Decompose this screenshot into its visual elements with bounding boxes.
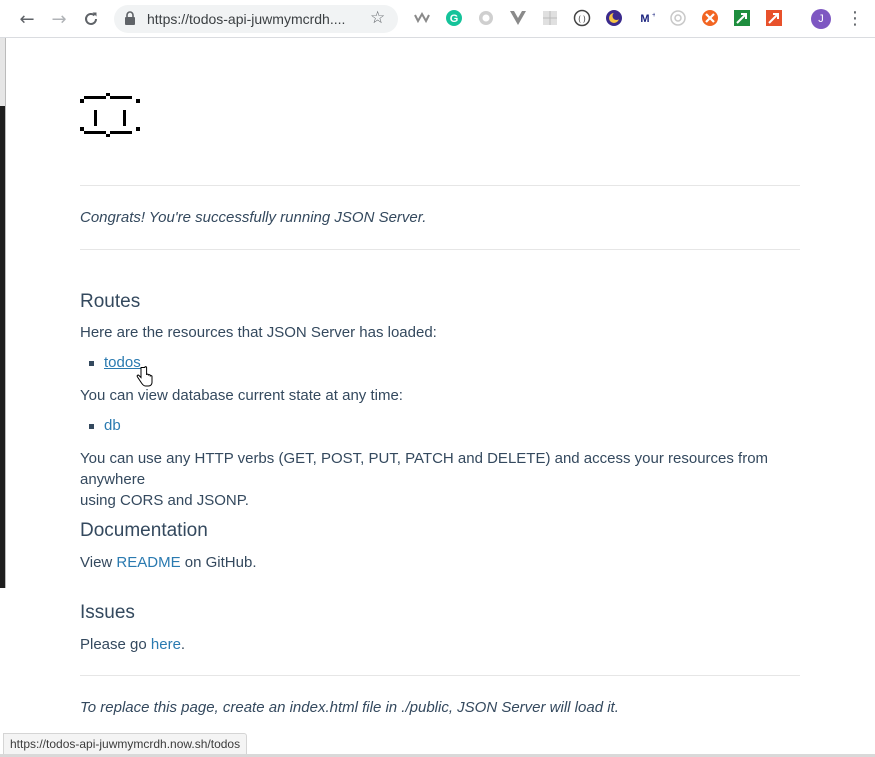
divider xyxy=(80,249,800,250)
extension-grid-icon[interactable] xyxy=(541,9,559,27)
issues-suffix: . xyxy=(180,636,186,653)
documentation-prefix: View xyxy=(80,554,117,571)
extension-green-arrow-icon[interactable] xyxy=(733,9,751,27)
lock-icon xyxy=(124,11,136,31)
verbs-text-line1: You can use any HTTP verbs (GET, POST, P… xyxy=(80,450,769,488)
documentation-suffix: on GitHub. xyxy=(180,554,257,571)
svg-text:(): () xyxy=(577,15,587,24)
issues-text: Please go here. xyxy=(80,634,185,655)
extension-icon-1[interactable] xyxy=(413,9,431,27)
svg-text:M: M xyxy=(640,13,649,25)
json-server-logo xyxy=(80,93,140,137)
hand-cursor-icon xyxy=(136,366,153,387)
address-url[interactable]: https://todos-api-juwmymcrdh.... xyxy=(147,11,367,27)
bullet xyxy=(89,361,94,366)
verbs-text-line2: using CORS and JSONP. xyxy=(80,492,249,509)
background-window-edge xyxy=(0,38,6,588)
extension-mplus-icon[interactable]: M + xyxy=(637,9,655,27)
db-text: You can view database current state at a… xyxy=(80,387,403,404)
verbs-text: You can use any HTTP verbs (GET, POST, P… xyxy=(80,448,800,511)
intro-text: Congrats! You're successfully running JS… xyxy=(80,209,427,226)
status-url-bubble: https://todos-api-juwmymcrdh.now.sh/todo… xyxy=(3,733,248,756)
extension-circle-icon[interactable] xyxy=(477,9,495,27)
resources-text: Here are the resources that JSON Server … xyxy=(80,324,437,341)
documentation-text: View README on GitHub. xyxy=(80,552,256,573)
extension-red-arrow-icon[interactable] xyxy=(765,9,783,27)
here-link[interactable]: here xyxy=(151,636,181,653)
menu-kebab-icon[interactable]: ⋮ xyxy=(846,8,864,30)
extension-code-icon[interactable]: () xyxy=(573,9,591,27)
svg-text:G: G xyxy=(450,13,459,25)
extension-target-icon[interactable] xyxy=(669,9,687,27)
extension-orange-icon[interactable] xyxy=(701,9,719,27)
bookmark-star-icon[interactable]: ☆ xyxy=(370,8,385,28)
issues-prefix: Please go xyxy=(80,636,151,653)
dark-mode-moon-icon[interactable] xyxy=(605,9,623,27)
documentation-heading: Documentation xyxy=(80,520,208,541)
db-link[interactable]: db xyxy=(104,417,121,434)
back-arrow-icon[interactable]: ← xyxy=(15,7,39,31)
address-bar[interactable]: https://todos-api-juwmymcrdh.... ☆ xyxy=(114,5,398,33)
vue-devtools-icon[interactable] xyxy=(509,9,527,27)
forward-arrow-icon[interactable]: → xyxy=(47,7,71,31)
divider xyxy=(80,185,800,186)
issues-heading: Issues xyxy=(80,602,135,623)
profile-avatar[interactable]: J xyxy=(811,9,831,29)
divider xyxy=(80,675,800,676)
grammarly-icon[interactable]: G xyxy=(445,9,463,27)
reload-icon[interactable] xyxy=(79,7,103,31)
routes-heading: Routes xyxy=(80,291,141,312)
bullet xyxy=(89,424,94,429)
readme-link[interactable]: README xyxy=(116,554,180,571)
list-item: db xyxy=(89,417,121,434)
browser-toolbar: ← → https://todos-api-juwmymcrdh.... ☆ G… xyxy=(0,0,875,38)
svg-text:+: + xyxy=(652,12,655,19)
footer-text: To replace this page, create an index.ht… xyxy=(80,699,619,716)
